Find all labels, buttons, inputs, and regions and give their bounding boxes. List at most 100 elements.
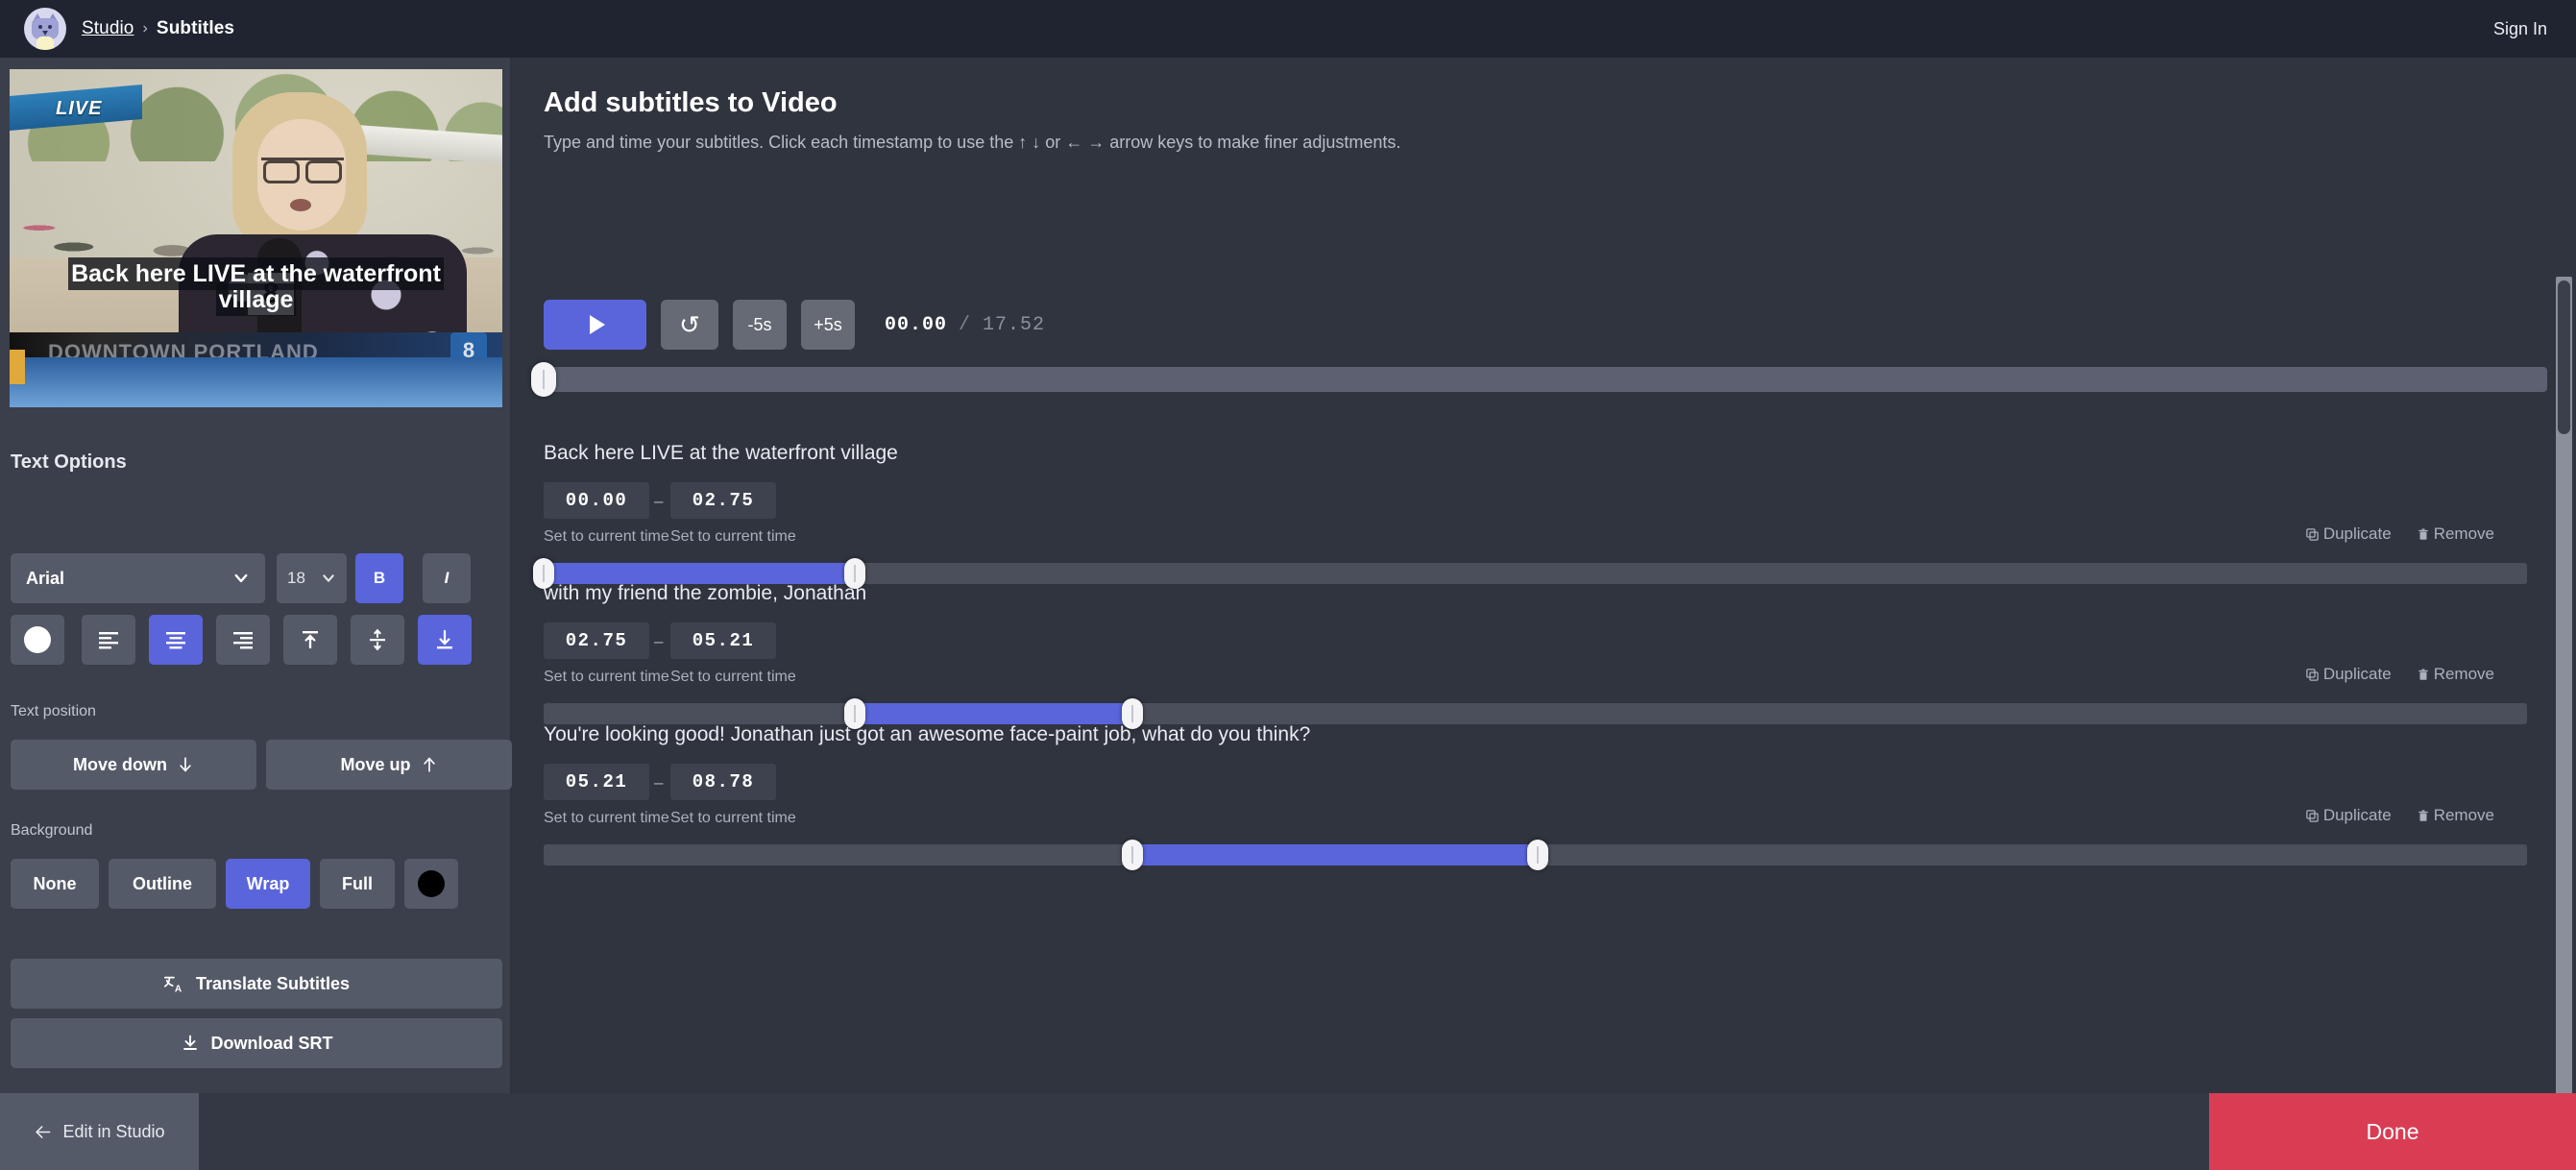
subtitle-list-scrollbar-thumb[interactable] — [2558, 280, 2570, 434]
timestamp-separator: – — [654, 632, 664, 650]
text-options-heading: Text Options — [11, 451, 127, 473]
subtitle-list-scrollbar[interactable] — [2556, 277, 2572, 1141]
remove-label: Remove — [2433, 524, 2494, 543]
video-scrubber[interactable] — [531, 362, 2547, 397]
italic-button[interactable]: I — [423, 553, 471, 603]
play-icon — [589, 315, 605, 334]
remove-subtitle-button[interactable]: Remove — [2417, 524, 2494, 544]
page-title: Add subtitles to Video — [544, 87, 838, 118]
preview-lower-third-accent — [10, 350, 25, 384]
subtitle-text-input[interactable]: Back here LIVE at the waterfront village — [544, 442, 898, 465]
set-start-to-current-time-button[interactable]: Set to current time — [544, 528, 669, 546]
subtitle-start-time-input[interactable]: 00.00 — [544, 482, 649, 519]
valign-bottom-button[interactable] — [418, 615, 472, 665]
move-down-button[interactable]: Move down — [11, 740, 256, 790]
preview-lower-third — [10, 357, 502, 407]
text-color-swatch — [24, 626, 51, 653]
subtitle-range-slider[interactable] — [544, 840, 2527, 870]
duplicate-subtitle-button[interactable]: Duplicate — [2305, 524, 2392, 544]
done-button[interactable]: Done — [2209, 1093, 2576, 1170]
back-5s-button[interactable]: -5s — [733, 300, 787, 350]
video-preview[interactable]: LIVE 8 DOWNTOWN PORTLAND 8 Back here LIV… — [10, 69, 502, 407]
align-left-icon — [99, 632, 118, 649]
subtitle-range-fill — [544, 563, 856, 584]
move-up-label: Move up — [340, 754, 411, 774]
set-end-to-current-time-button[interactable]: Set to current time — [670, 528, 796, 546]
svg-text:A: A — [175, 984, 182, 994]
translate-subtitles-button[interactable]: A Translate Subtitles — [11, 959, 502, 1009]
subtitle-end-time-input[interactable]: 05.21 — [670, 622, 776, 659]
duplicate-label: Duplicate — [2322, 524, 2392, 543]
set-start-to-current-time-button[interactable]: Set to current time — [544, 810, 669, 827]
background-wrap-button[interactable]: Wrap — [226, 859, 310, 909]
remove-subtitle-button[interactable]: Remove — [2417, 665, 2494, 684]
subtitle-start-time-input[interactable]: 02.75 — [544, 622, 649, 659]
valign-top-button[interactable] — [283, 615, 337, 665]
duplicate-icon — [2306, 809, 2319, 822]
subtitle-range-slider[interactable] — [544, 698, 2527, 729]
subtitle-start-time-input[interactable]: 05.21 — [544, 764, 649, 800]
remove-subtitle-button[interactable]: Remove — [2417, 806, 2494, 825]
time-separator: / — [959, 313, 972, 336]
subtitle-end-time-input[interactable]: 02.75 — [670, 482, 776, 519]
background-none-button[interactable]: None — [11, 859, 99, 909]
set-end-to-current-time-button[interactable]: Set to current time — [670, 810, 796, 827]
font-family-value: Arial — [26, 568, 65, 588]
cat-eye-left-icon — [38, 25, 42, 29]
subtitle-range-track[interactable] — [544, 703, 2527, 724]
breadcrumb: Studio › Subtitles — [82, 18, 234, 39]
align-center-button[interactable] — [149, 615, 203, 665]
subtitle-row-actions: Duplicate Remove — [2305, 806, 2494, 825]
duplicate-icon — [2306, 668, 2319, 681]
chevron-down-icon — [323, 574, 334, 582]
valign-middle-button[interactable] — [351, 615, 404, 665]
total-time: 17.52 — [983, 313, 1046, 336]
background-color-button[interactable] — [404, 859, 458, 909]
set-start-to-current-time-button[interactable]: Set to current time — [544, 669, 669, 686]
subtitle-range-fill — [855, 703, 1133, 724]
font-family-select[interactable]: Arial — [11, 553, 265, 603]
arrow-left-icon — [36, 1125, 51, 1138]
valign-top-icon — [303, 631, 318, 648]
cat-avatar-icon — [24, 8, 66, 50]
timestamp-separator: – — [654, 492, 664, 510]
subtitle-range-start-handle[interactable] — [1122, 840, 1144, 870]
duplicate-icon — [2306, 527, 2319, 541]
background-full-button[interactable]: Full — [320, 859, 395, 909]
trash-icon — [2418, 527, 2428, 540]
restart-button[interactable]: ↺ — [661, 300, 718, 350]
align-left-button[interactable] — [82, 615, 135, 665]
edit-in-studio-button[interactable]: Edit in Studio — [0, 1093, 199, 1170]
arrow-down-icon — [180, 757, 191, 772]
subtitle-end-time-input[interactable]: 08.78 — [670, 764, 776, 800]
set-end-to-current-time-button[interactable]: Set to current time — [670, 669, 796, 686]
download-srt-button[interactable]: Download SRT — [11, 1018, 502, 1068]
video-scrubber-track[interactable] — [544, 367, 2547, 392]
translate-icon: A — [163, 976, 182, 994]
subtitle-text-input[interactable]: You're looking good! Jonathan just got a… — [544, 723, 1310, 746]
bold-button[interactable]: B — [355, 553, 403, 603]
video-scrubber-handle[interactable] — [531, 362, 556, 397]
move-up-button[interactable]: Move up — [266, 740, 512, 790]
sign-in-button[interactable]: Sign In — [2493, 0, 2547, 58]
subtitle-range-fill — [1132, 844, 1538, 865]
download-srt-label: Download SRT — [210, 1033, 333, 1053]
preview-live-badge: LIVE — [56, 98, 103, 119]
remove-label: Remove — [2433, 806, 2494, 824]
translate-subtitles-label: Translate Subtitles — [195, 973, 351, 993]
breadcrumb-studio-link[interactable]: Studio — [82, 18, 134, 39]
font-size-select[interactable]: 18 — [277, 553, 347, 603]
text-color-button[interactable] — [11, 615, 64, 665]
preview-mic-flag-number: 8 — [248, 273, 294, 315]
play-button[interactable] — [544, 300, 646, 350]
download-icon — [182, 1035, 197, 1050]
subtitle-range-end-handle[interactable] — [1526, 840, 1548, 870]
trash-icon — [2418, 809, 2428, 821]
forward-5s-button[interactable]: +5s — [801, 300, 855, 350]
duplicate-subtitle-button[interactable]: Duplicate — [2305, 806, 2392, 825]
subtitle-range-slider[interactable] — [533, 558, 2527, 589]
align-right-button[interactable] — [216, 615, 270, 665]
background-outline-button[interactable]: Outline — [109, 859, 216, 909]
subtitle-text-input[interactable]: with my friend the zombie, Jonathan — [544, 582, 866, 605]
duplicate-subtitle-button[interactable]: Duplicate — [2305, 665, 2392, 684]
